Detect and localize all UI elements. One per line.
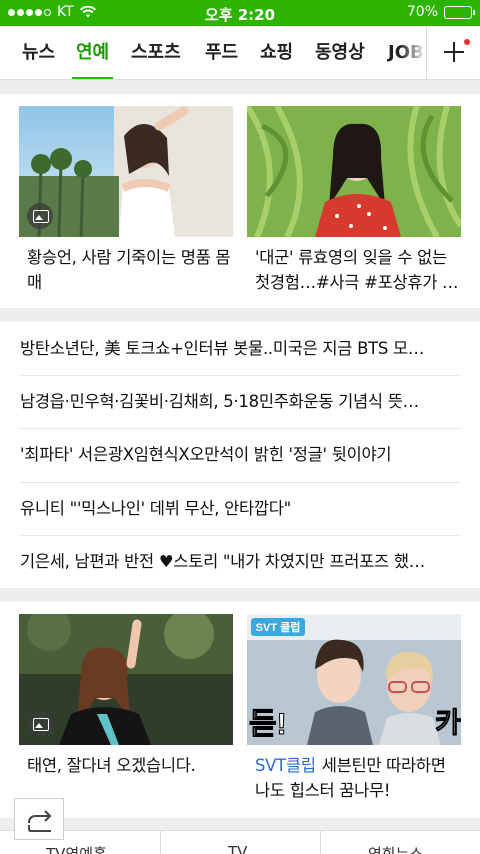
bottom-tab-news[interactable]: 연회뉴스 bbox=[368, 843, 423, 854]
bottom-card-section: 태연, 잘다녀 오겠습니다. SVT 클럽 듣! 카 SVT클립 세븐틴만 따라하… bbox=[0, 602, 480, 818]
headline-item[interactable]: 기은세, 남편과 반전 ♥스토리 "내가 차였지만 프러포즈 했… bbox=[20, 535, 460, 589]
news-thumbnail bbox=[247, 106, 461, 237]
tab-shopping[interactable]: 쇼핑 bbox=[260, 26, 293, 79]
tab-video[interactable]: 동영상 bbox=[315, 26, 365, 79]
svg-text:듣!: 듣! bbox=[249, 708, 287, 741]
tab-food[interactable]: 푸드 bbox=[205, 26, 238, 79]
headline-item[interactable]: 방탄소년단, 美 토크쇼+인터뷰 봇물..미국은 지금 BTS 모… bbox=[20, 322, 460, 376]
status-bar: KT 오후 2:20 70% bbox=[0, 0, 480, 26]
video-clip-label: SVT클립 bbox=[255, 756, 316, 775]
news-card[interactable]: 태연, 잘다녀 오겠습니다. bbox=[19, 614, 233, 778]
battery-percent: 70% bbox=[406, 4, 438, 20]
news-thumbnail bbox=[19, 614, 233, 745]
notification-dot bbox=[464, 39, 470, 45]
tab-news[interactable]: 뉴스 bbox=[22, 26, 55, 79]
news-title: '대군' 류효영의 잊을 수 없는 첫경험…#사극 #포상휴가 … bbox=[255, 248, 459, 292]
headline-item[interactable]: 남경읍·민우혁·김꽃비·김채희, 5·18민주화운동 기념식 뜻… bbox=[20, 375, 460, 429]
tab-entertainment[interactable]: 연예 bbox=[71, 26, 114, 79]
news-title: 태연, 잘다녀 오겠습니다. bbox=[27, 756, 196, 775]
status-right: 70% bbox=[406, 4, 475, 20]
share-button[interactable] bbox=[14, 798, 64, 840]
news-card[interactable]: '대군' 류효영의 잊을 수 없는 첫경험…#사극 #포상휴가 … bbox=[247, 106, 461, 295]
news-thumbnail: SVT 클럽 듣! 카 bbox=[247, 614, 461, 745]
battery-icon bbox=[444, 5, 475, 19]
headline-item[interactable]: 유니티 "'믹스나인' 데뷔 무산, 안타깝다" bbox=[20, 482, 460, 536]
bottom-tab-tv-home[interactable]: TV연예홈 bbox=[46, 843, 107, 854]
add-tab-button[interactable] bbox=[426, 26, 480, 80]
photo-icon bbox=[27, 203, 53, 229]
photo-icon bbox=[27, 711, 53, 737]
tab-sports[interactable]: 스포츠 bbox=[131, 26, 181, 79]
news-card[interactable]: 황승언, 사람 기죽이는 명품 몸매 bbox=[19, 106, 233, 295]
news-title: 황승언, 사람 기죽이는 명품 몸매 bbox=[27, 248, 231, 292]
top-card-section: 황승언, 사람 기죽이는 명품 몸매 '대군' 류효영의 잊을 수 없는 첫경험… bbox=[0, 94, 480, 308]
share-icon bbox=[28, 810, 52, 832]
plus-icon bbox=[444, 42, 464, 62]
thumb-badge-text: SVT 클럽 bbox=[256, 620, 301, 634]
headline-list: 방탄소년단, 美 토크쇼+인터뷰 봇물..미국은 지금 BTS 모… 남경읍·민… bbox=[0, 322, 480, 588]
category-tabs: 뉴스 연예 스포츠 푸드 쇼핑 동영상 JOB bbox=[0, 26, 480, 80]
headline-item[interactable]: '최파타' 서은광X임현식X오만석이 밝힌 '정글' 뒷이야기 bbox=[20, 428, 460, 482]
news-thumbnail bbox=[19, 106, 233, 237]
bottom-tab-tv[interactable]: TV bbox=[228, 843, 247, 854]
bottom-tabs: TV연예홈 TV 연회뉴스 bbox=[0, 830, 480, 854]
news-title: SVT클립 세븐틴만 따라하면 나도 힙스터 꿈나무! bbox=[255, 756, 446, 800]
news-card[interactable]: SVT 클럽 듣! 카 SVT클립 세븐틴만 따라하면 나도 힙스터 꿈나무! bbox=[247, 614, 461, 803]
svg-text:카: 카 bbox=[435, 707, 461, 738]
